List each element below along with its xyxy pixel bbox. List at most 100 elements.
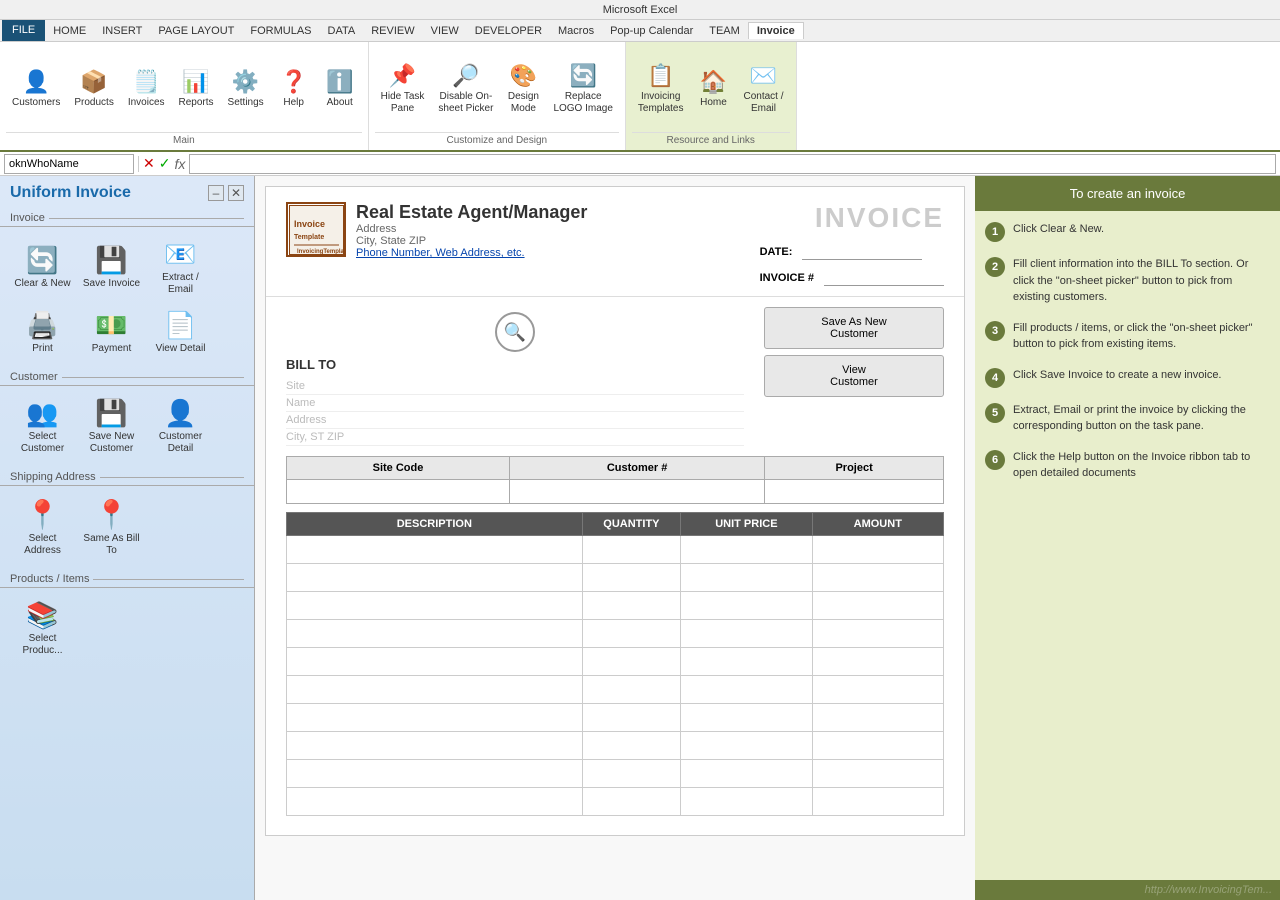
fx-icon[interactable]: fx bbox=[174, 156, 185, 172]
invoice-num-value[interactable] bbox=[824, 270, 944, 286]
desc-cell[interactable] bbox=[287, 704, 583, 732]
menu-developer[interactable]: DEVELOPER bbox=[467, 23, 550, 39]
customer-detail-button[interactable]: 👤 CustomerDetail bbox=[148, 394, 213, 459]
qty-cell[interactable] bbox=[582, 704, 681, 732]
name-field[interactable]: Name bbox=[286, 395, 744, 412]
confirm-icon[interactable]: ✓ bbox=[159, 155, 171, 172]
contact-email-button[interactable]: ✉️ Contact /Email bbox=[737, 59, 789, 119]
design-mode-button[interactable]: 🎨 DesignMode bbox=[501, 59, 545, 119]
payment-button[interactable]: 💵 Payment bbox=[79, 306, 144, 359]
replace-logo-button[interactable]: 🔄 ReplaceLOGO Image bbox=[547, 59, 618, 119]
save-new-customer-button[interactable]: 💾 Save NewCustomer bbox=[79, 394, 144, 459]
menu-view[interactable]: VIEW bbox=[423, 23, 467, 39]
qty-cell[interactable] bbox=[582, 676, 681, 704]
amt-cell[interactable] bbox=[812, 648, 943, 676]
price-cell[interactable] bbox=[681, 760, 812, 788]
qty-cell[interactable] bbox=[582, 648, 681, 676]
name-box[interactable] bbox=[4, 154, 134, 174]
invoice-title: INVOICE bbox=[760, 202, 944, 234]
desc-cell[interactable] bbox=[287, 536, 583, 564]
qty-cell[interactable] bbox=[582, 536, 681, 564]
price-cell[interactable] bbox=[681, 732, 812, 760]
price-cell[interactable] bbox=[681, 564, 812, 592]
help-button[interactable]: ❓ Help bbox=[272, 65, 316, 113]
site-code-cell[interactable] bbox=[287, 480, 510, 504]
amt-cell[interactable] bbox=[812, 676, 943, 704]
invoices-button[interactable]: 🗒️ Invoices bbox=[122, 65, 171, 113]
on-sheet-picker-button[interactable]: 🔎 Disable On-sheet Picker bbox=[432, 59, 499, 119]
invoicing-templates-button[interactable]: 📋 InvoicingTemplates bbox=[632, 59, 690, 119]
desc-cell[interactable] bbox=[287, 592, 583, 620]
select-address-button[interactable]: 📍 SelectAddress bbox=[10, 494, 75, 561]
amt-cell[interactable] bbox=[812, 620, 943, 648]
search-picker-button[interactable]: 🔍 bbox=[495, 312, 535, 352]
amt-cell[interactable] bbox=[812, 704, 943, 732]
clear-new-button[interactable]: 🔄 Clear & New bbox=[10, 235, 75, 300]
desc-cell[interactable] bbox=[287, 760, 583, 788]
menu-page-layout[interactable]: PAGE LAYOUT bbox=[150, 23, 242, 39]
amt-cell[interactable] bbox=[812, 564, 943, 592]
view-customer-button[interactable]: View Customer bbox=[764, 355, 944, 397]
price-cell[interactable] bbox=[681, 620, 812, 648]
qty-cell[interactable] bbox=[582, 760, 681, 788]
desc-cell[interactable] bbox=[287, 564, 583, 592]
amt-cell[interactable] bbox=[812, 536, 943, 564]
same-as-bill-button[interactable]: 📍 Same As BillTo bbox=[79, 494, 144, 561]
qty-cell[interactable] bbox=[582, 564, 681, 592]
qty-cell[interactable] bbox=[582, 732, 681, 760]
qty-cell[interactable] bbox=[582, 788, 681, 816]
save-invoice-button[interactable]: 💾 Save Invoice bbox=[79, 235, 144, 300]
desc-cell[interactable] bbox=[287, 648, 583, 676]
menu-invoice[interactable]: Invoice bbox=[748, 22, 804, 39]
project-cell[interactable] bbox=[765, 480, 944, 504]
close-pane-button[interactable]: ✕ bbox=[228, 185, 244, 201]
desc-cell[interactable] bbox=[287, 732, 583, 760]
price-cell[interactable] bbox=[681, 704, 812, 732]
amt-cell[interactable] bbox=[812, 760, 943, 788]
qty-cell[interactable] bbox=[582, 592, 681, 620]
home-link-button[interactable]: 🏠 Home bbox=[691, 65, 735, 113]
menu-data[interactable]: DATA bbox=[320, 23, 364, 39]
date-value[interactable] bbox=[802, 244, 922, 260]
desc-cell[interactable] bbox=[287, 676, 583, 704]
amt-cell[interactable] bbox=[812, 592, 943, 620]
price-cell[interactable] bbox=[681, 536, 812, 564]
menu-home[interactable]: HOME bbox=[45, 23, 94, 39]
settings-button[interactable]: ⚙️ Settings bbox=[222, 65, 270, 113]
save-as-new-customer-button[interactable]: Save As New Customer bbox=[764, 307, 944, 349]
desc-cell[interactable] bbox=[287, 620, 583, 648]
customer-num-cell[interactable] bbox=[509, 480, 764, 504]
print-button[interactable]: 🖨️ Print bbox=[10, 306, 75, 359]
select-customer-button[interactable]: 👥 SelectCustomer bbox=[10, 394, 75, 459]
qty-cell[interactable] bbox=[582, 620, 681, 648]
cancel-icon[interactable]: ✕ bbox=[143, 155, 155, 172]
reports-button[interactable]: 📊 Reports bbox=[173, 65, 220, 113]
menu-insert[interactable]: INSERT bbox=[94, 23, 150, 39]
amt-cell[interactable] bbox=[812, 732, 943, 760]
menu-popup-calendar[interactable]: Pop-up Calendar bbox=[602, 23, 701, 39]
city-field[interactable]: City, ST ZIP bbox=[286, 429, 744, 446]
select-product-button[interactable]: 📚 SelectProduc... bbox=[10, 596, 75, 661]
menu-team[interactable]: TEAM bbox=[701, 23, 748, 39]
price-cell[interactable] bbox=[681, 648, 812, 676]
amt-cell[interactable] bbox=[812, 788, 943, 816]
desc-cell[interactable] bbox=[287, 788, 583, 816]
step-text: Fill products / items, or click the "on-… bbox=[1013, 320, 1270, 353]
extract-email-button[interactable]: 📧 Extract /Email bbox=[148, 235, 213, 300]
about-button[interactable]: ℹ️ About bbox=[318, 65, 362, 113]
formula-input[interactable] bbox=[189, 154, 1276, 174]
price-cell[interactable] bbox=[681, 676, 812, 704]
price-cell[interactable] bbox=[681, 592, 812, 620]
menu-review[interactable]: REVIEW bbox=[363, 23, 422, 39]
site-field[interactable]: Site bbox=[286, 378, 744, 395]
menu-macros[interactable]: Macros bbox=[550, 23, 602, 39]
hide-task-pane-button[interactable]: 📌 Hide TaskPane bbox=[375, 59, 431, 119]
products-button[interactable]: 📦 Products bbox=[68, 65, 119, 113]
address-field[interactable]: Address bbox=[286, 412, 744, 429]
menu-file[interactable]: FILE bbox=[2, 20, 45, 42]
menu-formulas[interactable]: FORMULAS bbox=[242, 23, 319, 39]
minimize-pane-button[interactable]: – bbox=[208, 185, 224, 201]
customers-button[interactable]: 👤 Customers bbox=[6, 65, 66, 113]
view-detail-button[interactable]: 📄 View Detail bbox=[148, 306, 213, 359]
price-cell[interactable] bbox=[681, 788, 812, 816]
